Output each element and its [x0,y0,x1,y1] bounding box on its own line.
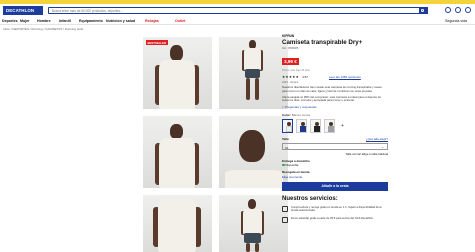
service-text-2: Envío estándar gratis a partir de 35 € p… [291,216,374,220]
size-value: XL [285,145,289,150]
nav-item-segunda-vida[interactable]: Segunda vida [445,19,467,23]
product-ref: Ref.: 8598488 [282,47,299,50]
delivery-title: Entrega a domicilio [282,158,310,163]
product-description-2: Ahora elegida un 95% del comprador; esta… [282,94,381,103]
service-text-1: Compra ahora y recoge gratis en tienda e… [291,205,382,213]
nav-item-infantil[interactable]: Infantil [59,19,71,23]
product-description: Nuestros diseñadores han creado esta cam… [282,85,382,93]
swatch-black[interactable] [310,119,321,134]
nav-item-hombre[interactable]: Hombre [37,19,51,23]
product-title: Camiseta transpirable Dry+ [282,39,363,46]
swatch-navy[interactable] [296,119,307,134]
nav-item-nutricion[interactable]: Nutrición y salud [106,19,135,23]
store-icon[interactable] [445,7,451,13]
breadcrumb[interactable]: Inicio / DEPORTES / Running / CAMISETAS … [3,27,83,31]
pickup-block: Recogida en tienda Elige una tienda [282,170,388,179]
swatch-grey[interactable] [324,119,335,134]
product-image-2[interactable] [219,37,288,109]
price-note: Precio más bajo 30 días [282,69,310,72]
size-guide-link[interactable]: ¿Qué talla elegir? [366,137,388,141]
site-header: DECATHLON Busca entre más de 60.000 prod… [0,4,475,17]
store-pickup-icon [282,206,288,213]
qa-link[interactable]: ◇ Preguntas y respuestas [282,105,388,109]
search-icon [421,8,425,12]
nav-item-outlet[interactable]: Outlet [175,19,185,23]
add-to-cart-button[interactable]: Añadir a la cesta [282,181,388,191]
star-rating-icon: ★★★★★ [282,75,300,79]
color-swatches: + [282,119,388,134]
cart-icon[interactable] [465,7,471,13]
search-input[interactable]: Busca entre más de 60.000 productos, dep… [48,7,428,15]
product-panel: KIPRUN Camiseta transpirable Dry+ Ref.: … [282,34,388,224]
available-dot-icon [282,163,285,167]
size-row: Talla ¿Qué talla elegir? [282,137,388,141]
bestseller-badge: BESTSELLER [146,40,168,45]
nav-item-equipamiento[interactable]: Equipamiento [79,19,103,23]
size-label: Talla [282,137,289,142]
more-colors-button[interactable]: + [341,123,344,129]
rating-value: 4.57 [302,75,308,79]
pickup-link[interactable]: Elige una tienda [282,175,388,179]
delivery-truck-icon [282,217,288,224]
delivery-block: Entrega a domicilio Disponible [282,158,388,167]
product-image-4[interactable] [219,116,288,188]
services-title: Nuestros servicios: [282,195,338,202]
service-item: Envío estándar gratis a partir de 35 € p… [282,217,388,224]
pickup-title: Recogida en tienda [282,170,310,175]
color-label: Color: Blanco crema [282,113,388,117]
season-label: 2024 - Verano [282,81,299,84]
color-value: Blanco crema [291,113,311,118]
account-icon[interactable] [455,7,461,13]
fit-note: Talla normal. Elige tu talla habitual [345,151,388,156]
qa-link-label: Preguntas y respuestas [285,105,317,110]
color-label-text: Color: [282,113,291,118]
search-placeholder: Busca entre más de 60.000 productos, dep… [52,8,123,13]
service-item: Compra ahora y recoge gratis en tienda e… [282,206,388,213]
reviews-link[interactable]: Leer las 1356 opiniones [329,75,361,79]
product-image-6[interactable] [219,195,288,252]
product-image-3[interactable] [143,116,212,188]
search-button[interactable] [418,7,428,15]
header-icons [445,7,471,13]
nav-item-rebajas[interactable]: Rebajas [145,19,159,23]
product-price: 3,99 € [282,58,299,65]
main-nav: Deportes Mujer Hombre Infantil Equipamie… [0,17,475,25]
delivery-status: Disponible [285,163,299,168]
logo[interactable]: DECATHLON [3,6,43,15]
nav-item-deportes[interactable]: Deportes [2,19,18,23]
swatch-white[interactable] [282,119,293,134]
nav-item-mujer[interactable]: Mujer [20,19,30,23]
delivery-status-row: Disponible [282,163,388,167]
product-image-5[interactable] [143,195,212,252]
size-select[interactable]: XL ⌄ [282,143,388,151]
rating-row: ★★★★★ 4.57 Leer las 1356 opiniones [282,75,388,79]
product-image-1[interactable]: BESTSELLER [143,37,212,109]
product-brand[interactable]: KIPRUN [282,34,388,38]
chevron-down-icon: ⌄ [381,145,384,150]
